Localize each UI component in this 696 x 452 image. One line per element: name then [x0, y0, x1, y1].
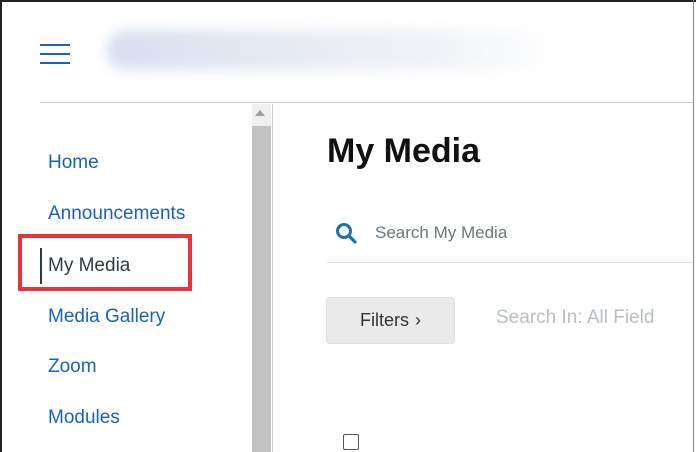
filters-button[interactable]: Filters › [326, 297, 455, 344]
select-all-checkbox[interactable] [343, 434, 359, 450]
filters-label: Filters [360, 310, 409, 330]
chevron-right-icon: › [415, 310, 421, 330]
nav-item-modules[interactable]: Modules [48, 407, 120, 429]
scroll-up-arrow-icon[interactable] [255, 110, 265, 116]
app-frame: Home Announcements My Media Media Galler… [0, 0, 694, 452]
search-in-label: Search In: All Field [496, 307, 655, 328]
search-icon [336, 223, 357, 244]
nav-item-home[interactable]: Home [48, 152, 99, 174]
scrollbar-thumb[interactable] [252, 126, 271, 452]
nav-item-announcements[interactable]: Announcements [48, 203, 185, 225]
annotation-highlight-box [18, 234, 192, 291]
search-input[interactable] [367, 218, 693, 248]
nav-item-media-gallery[interactable]: Media Gallery [48, 306, 165, 328]
nav-item-zoom[interactable]: Zoom [48, 356, 97, 378]
header-divider [40, 102, 693, 103]
page-title: My Media [327, 132, 481, 170]
search-underline [327, 262, 693, 263]
content-divider [272, 104, 273, 452]
breadcrumb-redacted [106, 30, 556, 70]
hamburger-menu-icon[interactable] [40, 42, 70, 66]
